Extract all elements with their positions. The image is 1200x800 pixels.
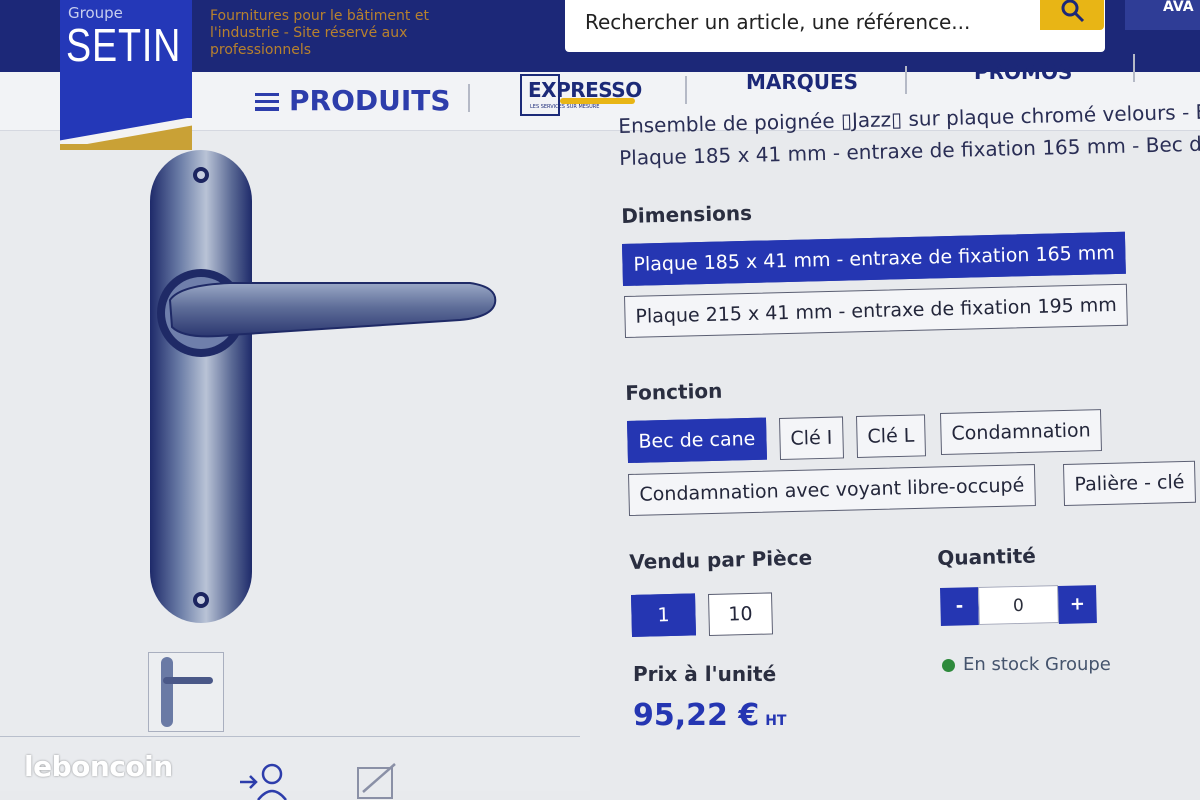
fonction-label: Fonction — [625, 378, 723, 405]
prix-label: Prix à l'unité — [633, 662, 777, 686]
account-link[interactable]: AVA — [1125, 0, 1200, 30]
search-input[interactable]: Rechercher un article, une référence... — [565, 0, 1105, 52]
dimensions-label: Dimensions — [621, 200, 753, 228]
vendu-option[interactable]: 10 — [708, 592, 774, 636]
search-button[interactable] — [1040, 0, 1104, 30]
fonction-option[interactable]: Clé I — [779, 416, 844, 460]
fonction-option[interactable]: Palière - clé — [1063, 460, 1196, 506]
stock-dot-icon — [942, 658, 955, 672]
nav-promos[interactable]: PROMOS — [974, 60, 1072, 84]
quantite-label: Quantité — [937, 543, 1037, 570]
fonction-option[interactable]: Bec de cane — [627, 417, 767, 463]
nav-divider — [1133, 54, 1135, 82]
nav-expresso[interactable]: EXPRESSO LES SERVICES SUR MESURE — [520, 74, 642, 116]
stock-status: En stock Groupe — [942, 654, 1111, 675]
magnifier-icon — [1061, 0, 1085, 23]
nav-produits-label: PRODUITS — [289, 84, 451, 117]
product-image[interactable] — [140, 145, 510, 630]
dimension-option[interactable]: Plaque 185 x 41 mm - entraxe de fixation… — [622, 231, 1127, 286]
unit-price: 95,22 € HT — [633, 698, 787, 733]
nav-produits[interactable]: PRODUITS — [255, 84, 451, 117]
product-description: Ensemble de poignée ▯Jazz▯ sur plaque ch… — [618, 95, 1200, 174]
edit-icon[interactable] — [355, 760, 400, 800]
expresso-sub: LES SERVICES SUR MESURE — [530, 104, 600, 110]
nav-divider — [905, 66, 907, 94]
price-suffix: HT — [765, 713, 787, 729]
vendu-label: Vendu par Pièce — [629, 545, 813, 574]
search-placeholder: Rechercher un article, une référence... — [585, 10, 971, 34]
fonction-option[interactable]: Clé L — [856, 414, 926, 458]
nav-divider — [685, 76, 687, 104]
quantity-minus-button[interactable]: - — [940, 587, 979, 626]
nav-marques[interactable]: MARQUES — [746, 70, 858, 94]
fonction-option[interactable]: Condamnation — [940, 409, 1103, 455]
stock-text: En stock Groupe — [963, 654, 1111, 675]
hamburger-icon — [255, 93, 279, 111]
fonction-option[interactable]: Condamnation avec voyant libre-occupé — [628, 464, 1036, 516]
gallery-divider — [0, 736, 580, 737]
vendu-option[interactable]: 1 — [631, 593, 697, 637]
nav-divider — [468, 84, 470, 112]
leboncoin-watermark: leboncoin — [24, 750, 173, 783]
logo-band — [60, 118, 192, 144]
quantity-input[interactable]: 0 — [978, 585, 1059, 625]
thumbnail-handle-icon — [161, 657, 213, 727]
dimension-option[interactable]: Plaque 215 x 41 mm - entraxe de fixation… — [624, 283, 1129, 338]
price-value: 95,22 € — [633, 698, 760, 733]
login-user-icon[interactable] — [238, 760, 293, 800]
quantity-plus-button[interactable]: + — [1058, 585, 1097, 624]
product-thumbnail[interactable] — [148, 652, 224, 732]
setin-logo[interactable]: Groupe SETIN — [60, 0, 192, 150]
brand-tagline: Fournitures pour le bâtiment et l'indust… — [210, 8, 429, 58]
logo-name: SETIN — [66, 19, 182, 71]
